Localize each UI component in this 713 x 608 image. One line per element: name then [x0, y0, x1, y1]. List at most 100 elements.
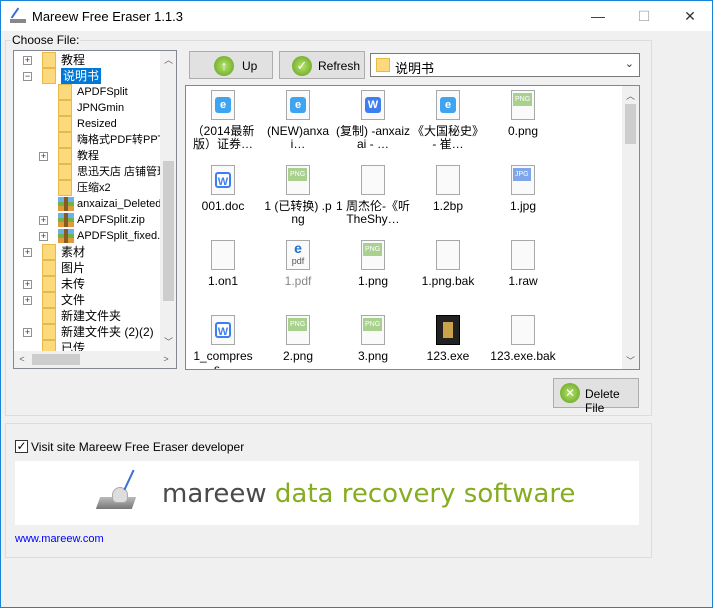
expand-icon[interactable]: + [39, 232, 48, 241]
file-name: 1.jpg [509, 200, 537, 213]
scroll-left-arrow[interactable]: < [16, 354, 28, 364]
file-item[interactable]: 1.raw [486, 240, 560, 288]
file-item[interactable]: e 《大国秘史》 - 崔… [411, 90, 485, 151]
file-name: 1.raw [508, 275, 538, 288]
file-name: 1 周杰伦-《听TheShy… [336, 200, 410, 226]
scroll-up-arrow[interactable]: ︿ [160, 53, 176, 66]
zip-archive-icon [58, 229, 74, 243]
file-item[interactable]: 1.on1 [186, 240, 260, 288]
tree-item[interactable]: 压缩x2 [14, 180, 160, 196]
tree-item[interactable]: + 教程 [14, 52, 160, 68]
delete-file-button[interactable]: ✕ Delete File [553, 378, 639, 415]
refresh-button[interactable]: ✓ Refresh [279, 51, 365, 79]
tree-item[interactable]: anxaizai_Deleted.zip [14, 196, 176, 212]
file-item[interactable]: PNG 1.png [336, 240, 410, 288]
folder-icon [376, 58, 390, 72]
tree-item[interactable]: + APDFSplit_fixed.zip [14, 228, 174, 244]
tree-item-label: 压缩x2 [77, 182, 111, 194]
tree-item[interactable]: 图片 [14, 260, 160, 276]
tree-item-label: APDFSplit [77, 86, 128, 98]
folder-tree[interactable]: 已传 + 新建文件夹 (2)(2) 新建文件夹 + 文件 + 未传 图片 + 素材 + APDFSpli… [13, 50, 177, 369]
file-item[interactable]: W 1_compress… [186, 315, 260, 369]
file-list[interactable]: ︿ ﹀ e （2014最新版）证券… e (NEW)anxai… W (复制) -anxa… [185, 85, 640, 370]
scroll-thumb[interactable] [32, 354, 80, 365]
file-name: (NEW)anxai… [266, 125, 329, 151]
tree-vertical-scrollbar[interactable]: ︿ ﹀ [160, 51, 176, 351]
minimize-button[interactable]: — [575, 1, 621, 31]
scroll-down-arrow[interactable]: ﹀ [160, 335, 176, 348]
tree-item[interactable]: APDFSplit [14, 84, 160, 100]
expand-icon[interactable]: + [23, 296, 32, 305]
tree-item[interactable]: + 文件 [14, 292, 160, 308]
edge-document-icon: e [286, 90, 310, 120]
mareew-banner[interactable]: mareew data recovery software [15, 461, 639, 525]
file-item[interactable]: PNG 1 (已转换) .png [261, 165, 335, 226]
up-button[interactable]: ↑ Up [189, 51, 273, 79]
chevron-down-icon[interactable]: ⌄ [625, 57, 634, 70]
tree-item-label: 图片 [61, 261, 86, 275]
scroll-thumb[interactable] [625, 104, 636, 144]
tree-item-label: 教程 [77, 150, 99, 162]
path-combobox[interactable]: 说明书 ⌄ [370, 53, 640, 77]
collapse-icon[interactable]: − [23, 72, 32, 81]
zip-archive-icon [58, 213, 74, 227]
file-item[interactable]: 1.png.bak [411, 240, 485, 288]
visit-site-checkbox[interactable]: ✓ [15, 440, 28, 453]
file-item[interactable]: 1 周杰伦-《听TheShy… [336, 165, 410, 226]
tree-item[interactable]: + APDFSplit.zip [14, 212, 160, 228]
tree-item[interactable]: + 新建文件夹 (2)(2) [14, 324, 160, 340]
file-name: 123.exe [426, 350, 470, 363]
list-vertical-scrollbar[interactable]: ︿ ﹀ [622, 86, 639, 369]
up-arrow-icon: ↑ [214, 56, 234, 76]
word-document-icon: W [211, 315, 235, 345]
file-item[interactable]: PNG 0.png [486, 90, 560, 138]
file-item[interactable]: W (复制) -anxaizai - … [336, 90, 410, 151]
scroll-right-arrow[interactable]: > [160, 354, 172, 364]
tree-item[interactable]: + 教程 [14, 148, 160, 164]
maximize-button[interactable]: ☐ [621, 1, 667, 31]
file-item[interactable]: JPG 1.jpg [486, 165, 560, 213]
zip-archive-icon [58, 197, 74, 211]
file-item[interactable]: W 001.doc [186, 165, 260, 213]
folder-icon [58, 116, 72, 132]
file-item[interactable]: 123.exe [411, 315, 485, 363]
file-item[interactable]: e （2014最新版）证券… [186, 90, 260, 151]
banner-tagline: data recovery software [274, 479, 576, 509]
delete-file-label: Delete File [585, 387, 620, 415]
tree-item[interactable]: − 说明书 [14, 68, 160, 84]
blank-file-icon [511, 240, 535, 270]
file-item[interactable]: PNG 2.png [261, 315, 335, 363]
folder-icon [42, 52, 56, 68]
tree-item[interactable]: 新建文件夹 [14, 308, 160, 324]
tree-item[interactable]: Resized [14, 116, 160, 132]
blank-file-icon [361, 165, 385, 195]
expand-icon[interactable]: + [23, 328, 32, 337]
expand-icon[interactable]: + [23, 248, 32, 257]
scroll-down-arrow[interactable]: ﹀ [622, 354, 639, 367]
tree-item[interactable]: + 素材 [14, 244, 160, 260]
close-button[interactable]: ✕ [667, 1, 713, 31]
expand-icon[interactable]: + [23, 280, 32, 289]
scroll-up-arrow[interactable]: ︿ [622, 89, 639, 102]
file-item[interactable]: PNG 3.png [336, 315, 410, 363]
expand-icon[interactable]: + [39, 216, 48, 225]
expand-icon[interactable]: + [23, 56, 32, 65]
file-item[interactable]: 1.2bp [411, 165, 485, 213]
tree-horizontal-scrollbar[interactable]: < > [14, 351, 176, 368]
scroll-thumb[interactable] [163, 161, 174, 301]
tree-item[interactable]: JPNGmin [14, 100, 160, 116]
mareew-website-link[interactable]: www.mareew.com [15, 533, 104, 545]
tree-item[interactable]: + 未传 [14, 276, 160, 292]
file-item[interactable]: e pdf 1.pdf [261, 240, 335, 288]
expand-icon[interactable]: + [39, 152, 48, 161]
edge-document-icon: e [211, 90, 235, 120]
tree-item[interactable]: 嗨格式PDF转PPT [14, 132, 164, 148]
file-name: （2014最新版）证券… [191, 125, 255, 151]
tree-item[interactable]: 思迅天店 店铺管理 [14, 164, 168, 180]
file-item[interactable]: 123.exe.bak [486, 315, 560, 363]
file-name: 1.png.bak [421, 275, 475, 288]
folder-icon [42, 68, 56, 84]
folder-icon [58, 84, 72, 100]
file-item[interactable]: e (NEW)anxai… [261, 90, 335, 151]
png-image-icon: PNG [286, 165, 310, 195]
